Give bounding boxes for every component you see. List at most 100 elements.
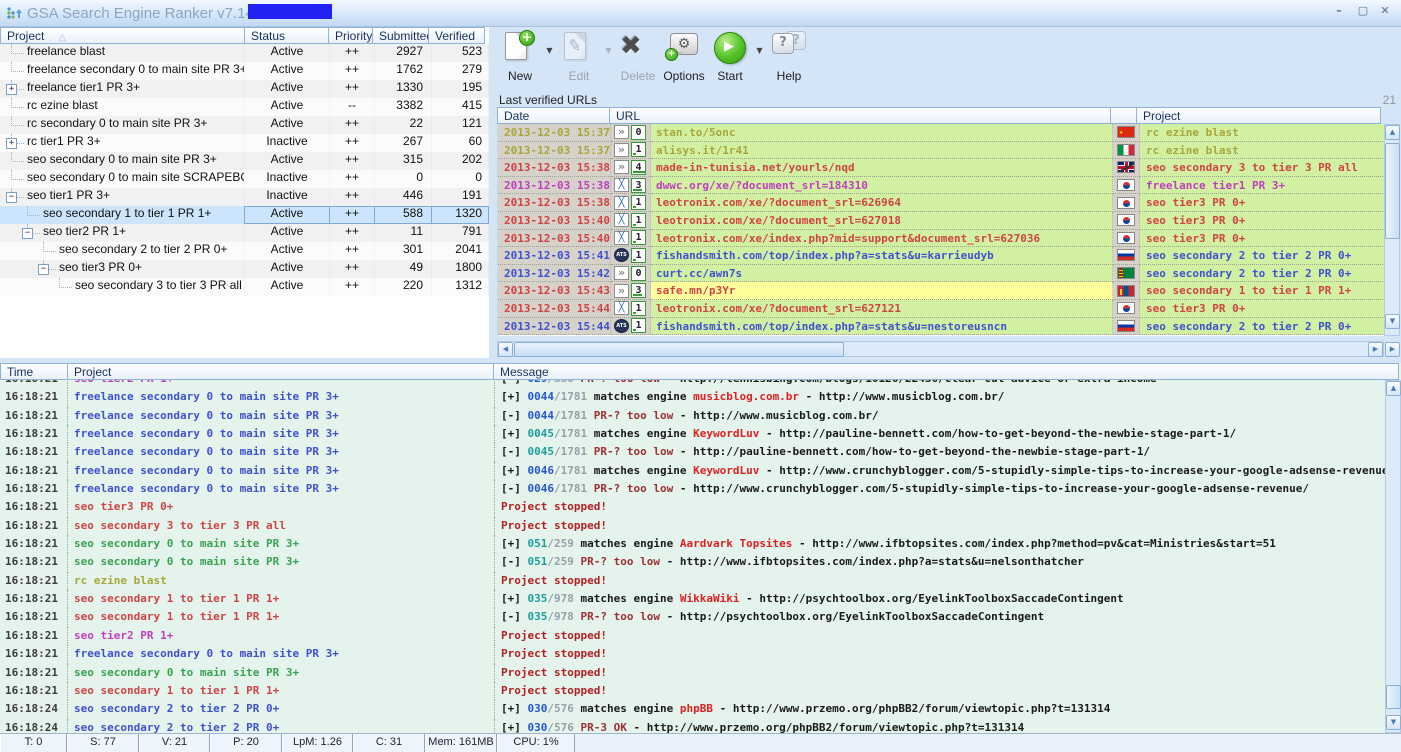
verified-row[interactable]: 2013-12-03 15:41ATS1fishandsmith.com/top… bbox=[498, 247, 1385, 265]
options-button[interactable]: ⚙+Options bbox=[661, 30, 707, 83]
project-submitted: 301 bbox=[375, 242, 432, 260]
tree-collapse-icon[interactable]: − bbox=[22, 228, 33, 239]
log-row[interactable]: 16:18:21freelance secondary 0 to main si… bbox=[0, 645, 1385, 663]
log-vertical-scrollbar[interactable] bbox=[1385, 380, 1401, 733]
verified-row[interactable]: 2013-12-03 15:42»0curt.cc/awn7sseo secon… bbox=[498, 265, 1385, 283]
verified-row[interactable]: 2013-12-03 15:40╳1leotronix.com/xe/?docu… bbox=[498, 212, 1385, 230]
column-header-status[interactable]: Status bbox=[244, 27, 329, 44]
verified-column-header-flag[interactable] bbox=[1110, 107, 1137, 124]
project-row[interactable]: seo secondary 1 to tier 1 PR 1+Active++5… bbox=[0, 206, 489, 224]
verified-row[interactable]: 2013-12-03 15:37»0stan.to/5oncrc ezine b… bbox=[498, 124, 1385, 142]
log-row[interactable]: 16:18:21seo secondary 0 to main site PR … bbox=[0, 664, 1385, 682]
log-row[interactable]: 16:18:24seo secondary 2 to tier 2 PR 0+[… bbox=[0, 719, 1385, 733]
verified-hscroll-thumb[interactable] bbox=[514, 342, 844, 357]
column-header-project[interactable]: Project△ bbox=[0, 27, 245, 44]
delete-button[interactable]: ✖Delete bbox=[615, 30, 661, 83]
log-row[interactable]: 16:18:21freelance secondary 0 to main si… bbox=[0, 443, 1385, 461]
project-row[interactable]: rc ezine blastActive--3382415 bbox=[0, 98, 489, 116]
verified-url[interactable]: stan.to/5onc bbox=[651, 124, 1113, 142]
log-row[interactable]: 16:18:21seo secondary 1 to tier 1 PR 1+P… bbox=[0, 682, 1385, 700]
tree-expand-icon[interactable]: + bbox=[6, 84, 17, 95]
verified-row[interactable]: 2013-12-03 15:38╳3dwwc.org/xe/?document_… bbox=[498, 177, 1385, 195]
verified-url[interactable]: fishandsmith.com/top/index.php?a=stats&u… bbox=[651, 247, 1113, 265]
edit-button[interactable]: ✎Edit bbox=[556, 30, 602, 83]
tree-expand-icon[interactable]: + bbox=[6, 138, 17, 149]
column-header-priority[interactable]: Priority bbox=[328, 27, 373, 44]
log-row[interactable]: 16:18:21freelance secondary 0 to main si… bbox=[0, 388, 1385, 406]
project-row[interactable]: freelance blastActive++2927523 bbox=[0, 44, 489, 62]
log-row[interactable]: 16:18:21freelance secondary 0 to main si… bbox=[0, 425, 1385, 443]
log-scroll-down-icon[interactable]: ▼ bbox=[1386, 715, 1401, 730]
verified-column-header-URL[interactable]: URL bbox=[609, 107, 1111, 124]
start-dropdown-arrow-icon[interactable]: ▼ bbox=[753, 46, 766, 55]
log-column-header-project[interactable]: Project bbox=[67, 363, 494, 380]
verified-url[interactable]: fishandsmith.com/top/index.php?a=stats&u… bbox=[651, 318, 1113, 336]
new-button[interactable]: +New bbox=[497, 30, 543, 83]
verified-url[interactable]: alisys.it/1r41 bbox=[651, 142, 1113, 160]
log-column-header-time[interactable]: Time bbox=[0, 363, 68, 380]
tree-collapse-icon[interactable]: − bbox=[6, 192, 17, 203]
verified-url[interactable]: made-in-tunisia.net/yourls/nqd bbox=[651, 159, 1113, 177]
log-row[interactable]: 16:18:21seo secondary 0 to main site PR … bbox=[0, 553, 1385, 571]
verified-column-header-Date[interactable]: Date bbox=[497, 107, 610, 124]
tree-collapse-icon[interactable]: − bbox=[38, 264, 49, 275]
column-header-submitted[interactable]: Submitted bbox=[372, 27, 429, 44]
log-row[interactable]: 16:18:21seo secondary 1 to tier 1 PR 1+[… bbox=[0, 590, 1385, 608]
project-row[interactable]: seo secondary 0 to main site PR 3+Active… bbox=[0, 152, 489, 170]
flag-ru-icon bbox=[1117, 320, 1135, 332]
verified-url[interactable]: dwwc.org/xe/?document_srl=184310 bbox=[651, 177, 1113, 195]
log-row[interactable]: 16:18:21seo tier3 PR 0+Project stopped! bbox=[0, 498, 1385, 516]
project-row[interactable]: freelance secondary 0 to main site PR 3+… bbox=[0, 62, 489, 80]
project-row[interactable]: seo secondary 0 to main site SCRAPEBOXIn… bbox=[0, 170, 489, 188]
verified-column-header-Project[interactable]: Project bbox=[1136, 107, 1381, 124]
verified-vscroll-thumb[interactable] bbox=[1385, 143, 1400, 239]
log-row[interactable]: 16:18:21freelance secondary 0 to main si… bbox=[0, 462, 1385, 480]
new-dropdown-arrow-icon[interactable]: ▼ bbox=[543, 46, 556, 55]
edit-dropdown-arrow-icon[interactable]: ▼ bbox=[602, 46, 615, 55]
verified-row[interactable]: 2013-12-03 15:44╳1leotronix.com/xe/?docu… bbox=[498, 300, 1385, 318]
scroll-right-icon[interactable]: ▶ bbox=[1368, 342, 1383, 357]
project-row[interactable]: −seo tier3 PR 0+Active++491800 bbox=[0, 260, 489, 278]
log-scroll-up-icon[interactable]: ▲ bbox=[1386, 381, 1401, 396]
log-row[interactable]: 16:18:21seo tier2 PR 1+Project stopped! bbox=[0, 627, 1385, 645]
log-row[interactable]: 16:18:21rc ezine blastProject stopped! bbox=[0, 572, 1385, 590]
scroll-left-icon[interactable]: ◀ bbox=[498, 342, 513, 357]
close-button[interactable]: ✕ bbox=[1375, 4, 1395, 20]
verified-url[interactable]: leotronix.com/xe/?document_srl=627121 bbox=[651, 300, 1113, 318]
project-row[interactable]: seo secondary 3 to tier 3 PR allActive++… bbox=[0, 278, 489, 296]
verified-row[interactable]: 2013-12-03 15:43»3safe.mn/p3Yrseo second… bbox=[498, 282, 1385, 300]
verified-url[interactable]: leotronix.com/xe/?document_srl=627018 bbox=[651, 212, 1113, 230]
column-header-verified[interactable]: Verified bbox=[428, 27, 485, 44]
verified-row[interactable]: 2013-12-03 15:37»1alisys.it/1r41rc ezine… bbox=[498, 142, 1385, 160]
verified-url[interactable]: leotronix.com/xe/index.php?mid=support&d… bbox=[651, 230, 1113, 248]
project-row[interactable]: −seo tier2 PR 1+Active++11791 bbox=[0, 224, 489, 242]
scroll-up-icon[interactable]: ▲ bbox=[1385, 125, 1400, 140]
minimize-button[interactable]: – bbox=[1329, 4, 1349, 20]
log-row[interactable]: 16:18:21seo tier2 PR 1+[-] 029/330 PR-? … bbox=[0, 380, 1385, 388]
log-vscroll-thumb[interactable] bbox=[1386, 685, 1401, 709]
project-row[interactable]: +freelance tier1 PR 3+Active++1330195 bbox=[0, 80, 489, 98]
verified-url[interactable]: safe.mn/p3Yr bbox=[651, 282, 1113, 300]
log-row[interactable]: 16:18:21freelance secondary 0 to main si… bbox=[0, 407, 1385, 425]
project-row[interactable]: seo secondary 2 to tier 2 PR 0+Active++3… bbox=[0, 242, 489, 260]
verified-row[interactable]: 2013-12-03 15:38╳1leotronix.com/xe/?docu… bbox=[498, 194, 1385, 212]
project-row[interactable]: +rc tier1 PR 3+Inactive++26760 bbox=[0, 134, 489, 152]
maximize-button[interactable]: ▢ bbox=[1353, 4, 1373, 20]
log-row[interactable]: 16:18:21freelance secondary 0 to main si… bbox=[0, 480, 1385, 498]
scroll-down-icon[interactable]: ▼ bbox=[1385, 314, 1400, 329]
start-button[interactable]: Start bbox=[707, 30, 753, 83]
log-column-header-message[interactable]: Message bbox=[493, 363, 1399, 380]
project-row[interactable]: rc secondary 0 to main site PR 3+Active+… bbox=[0, 116, 489, 134]
scroll-right-corner-icon[interactable]: ▶ bbox=[1385, 342, 1400, 357]
verified-row[interactable]: 2013-12-03 15:44ATS1fishandsmith.com/top… bbox=[498, 318, 1385, 336]
verified-url[interactable]: leotronix.com/xe/?document_srl=626964 bbox=[651, 194, 1113, 212]
log-row[interactable]: 16:18:21seo secondary 0 to main site PR … bbox=[0, 535, 1385, 553]
log-row[interactable]: 16:18:24seo secondary 2 to tier 2 PR 0+[… bbox=[0, 700, 1385, 718]
verified-row[interactable]: 2013-12-03 15:40╳1leotronix.com/xe/index… bbox=[498, 230, 1385, 248]
verified-url[interactable]: curt.cc/awn7s bbox=[651, 265, 1113, 283]
log-row[interactable]: 16:18:21seo secondary 3 to tier 3 PR all… bbox=[0, 517, 1385, 535]
project-row[interactable]: −seo tier1 PR 3+Inactive++446191 bbox=[0, 188, 489, 206]
help-button[interactable]: ??Help bbox=[766, 30, 812, 83]
verified-row[interactable]: 2013-12-03 15:38»4made-in-tunisia.net/yo… bbox=[498, 159, 1385, 177]
log-row[interactable]: 16:18:21seo secondary 1 to tier 1 PR 1+[… bbox=[0, 608, 1385, 626]
